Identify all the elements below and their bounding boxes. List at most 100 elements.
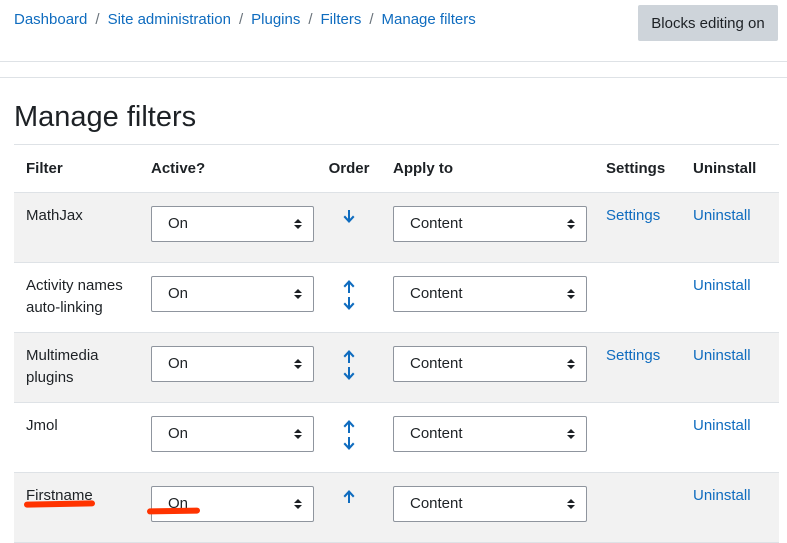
- apply-to-cell: Content: [381, 472, 600, 543]
- settings-link[interactable]: Settings: [606, 347, 660, 364]
- apply-to-cell: Content: [381, 332, 600, 403]
- uninstall-link[interactable]: Uninstall: [693, 207, 751, 224]
- filter-name: Jmol: [26, 417, 58, 434]
- order-cell: [317, 332, 381, 403]
- arrow-down-icon[interactable]: [342, 436, 356, 451]
- sort-caret-icon: [567, 499, 575, 509]
- active-cell: On: [139, 332, 317, 403]
- settings-link[interactable]: Settings: [606, 207, 660, 224]
- apply-to-select-value: Content: [410, 215, 463, 232]
- active-cell: On: [139, 192, 317, 263]
- sort-caret-icon: [567, 359, 575, 369]
- sort-caret-icon: [567, 219, 575, 229]
- filter-name: MathJax: [26, 207, 83, 224]
- active-select-value: On: [168, 355, 189, 372]
- table-row: Multimedia plugins On Content Settings Unins…: [14, 332, 779, 403]
- apply-to-cell: Content: [381, 402, 600, 473]
- uninstall-link[interactable]: Uninstall: [693, 417, 751, 434]
- active-select-value: On: [168, 285, 189, 302]
- uninstall-cell: Uninstall: [681, 472, 779, 543]
- apply-to-select[interactable]: Content: [393, 206, 587, 242]
- uninstall-cell: Uninstall: [681, 262, 779, 333]
- active-cell: On: [139, 402, 317, 473]
- apply-to-cell: Content: [381, 192, 600, 263]
- filter-name-cell: Multimedia plugins: [14, 332, 139, 403]
- apply-to-select-value: Content: [410, 285, 463, 302]
- apply-to-select[interactable]: Content: [393, 276, 587, 312]
- breadcrumb-separator: /: [369, 11, 374, 28]
- page-title: Manage filters: [14, 101, 197, 133]
- order-cell: [317, 472, 381, 543]
- apply-to-select-value: Content: [410, 425, 463, 442]
- uninstall-link[interactable]: Uninstall: [693, 277, 751, 294]
- uninstall-link[interactable]: Uninstall: [693, 347, 751, 364]
- table-row: MathJax On Content Settings Uninstall: [14, 192, 779, 263]
- apply-to-select-value: Content: [410, 495, 463, 512]
- filter-name-cell: Firstname: [14, 472, 139, 543]
- uninstall-cell: Uninstall: [681, 192, 779, 263]
- table-row: Firstname On Content Uninstall: [14, 472, 779, 543]
- header-active: Active?: [139, 144, 317, 193]
- settings-cell: [600, 402, 681, 473]
- filter-name-cell: Jmol: [14, 402, 139, 473]
- arrow-up-icon[interactable]: [342, 349, 356, 364]
- breadcrumb-separator: /: [238, 11, 244, 28]
- apply-to-select-value: Content: [410, 355, 463, 372]
- active-select[interactable]: On: [151, 346, 314, 382]
- active-cell: On: [139, 262, 317, 333]
- filter-name-cell: MathJax: [14, 192, 139, 263]
- sort-caret-icon: [567, 429, 575, 439]
- table-row: Activity names auto-linking On Content Unin…: [14, 262, 779, 333]
- settings-cell: Settings: [600, 332, 681, 403]
- divider: [0, 77, 787, 78]
- breadcrumb-site-administration[interactable]: Site administration: [108, 11, 231, 28]
- arrow-up-icon[interactable]: [342, 279, 356, 294]
- filter-name-cell: Activity names auto-linking: [14, 262, 139, 333]
- apply-to-select[interactable]: Content: [393, 416, 587, 452]
- sort-caret-icon: [294, 289, 302, 299]
- arrow-down-icon[interactable]: [342, 366, 356, 381]
- header-order: Order: [317, 144, 381, 193]
- apply-to-select[interactable]: Content: [393, 486, 587, 522]
- annotation-underline-active-select: [146, 507, 201, 515]
- breadcrumb-plugins[interactable]: Plugins: [251, 11, 300, 28]
- sort-caret-icon: [294, 359, 302, 369]
- sort-caret-icon: [294, 499, 302, 509]
- uninstall-cell: Uninstall: [681, 402, 779, 473]
- breadcrumb-filters[interactable]: Filters: [321, 11, 362, 28]
- settings-cell: [600, 262, 681, 333]
- breadcrumb-manage-filters[interactable]: Manage filters: [382, 11, 476, 28]
- breadcrumb-dashboard[interactable]: Dashboard: [14, 11, 87, 28]
- uninstall-cell: Uninstall: [681, 332, 779, 403]
- arrow-up-icon[interactable]: [342, 489, 356, 504]
- active-select[interactable]: On: [151, 206, 314, 242]
- settings-cell: Settings: [600, 192, 681, 263]
- order-cell: [317, 402, 381, 473]
- table-header-row: Filter Active? Order Apply to Settings U…: [14, 144, 779, 193]
- blocks-editing-button[interactable]: Blocks editing on: [638, 5, 778, 41]
- apply-to-cell: Content: [381, 262, 600, 333]
- breadcrumb: Dashboard / Site administration / Plugin…: [14, 11, 476, 28]
- arrow-down-icon[interactable]: [342, 209, 356, 224]
- breadcrumb-separator: /: [95, 11, 100, 28]
- sort-caret-icon: [567, 289, 575, 299]
- breadcrumb-separator: /: [308, 11, 313, 28]
- header-uninstall: Uninstall: [681, 144, 779, 193]
- filter-name: Multimedia plugins: [26, 347, 99, 386]
- arrow-down-icon[interactable]: [342, 296, 356, 311]
- divider: [0, 61, 787, 62]
- filter-name: Activity names auto-linking: [26, 277, 123, 316]
- header-apply-to: Apply to: [381, 144, 600, 193]
- order-cell: [317, 192, 381, 263]
- arrow-up-icon[interactable]: [342, 419, 356, 434]
- active-select-value: On: [168, 215, 189, 232]
- header-settings: Settings: [600, 144, 681, 193]
- table-row: Jmol On Content Uninstall: [14, 402, 779, 473]
- settings-cell: [600, 472, 681, 543]
- active-select[interactable]: On: [151, 486, 314, 522]
- active-select[interactable]: On: [151, 416, 314, 452]
- uninstall-link[interactable]: Uninstall: [693, 487, 751, 504]
- active-select[interactable]: On: [151, 276, 314, 312]
- apply-to-select[interactable]: Content: [393, 346, 587, 382]
- sort-caret-icon: [294, 429, 302, 439]
